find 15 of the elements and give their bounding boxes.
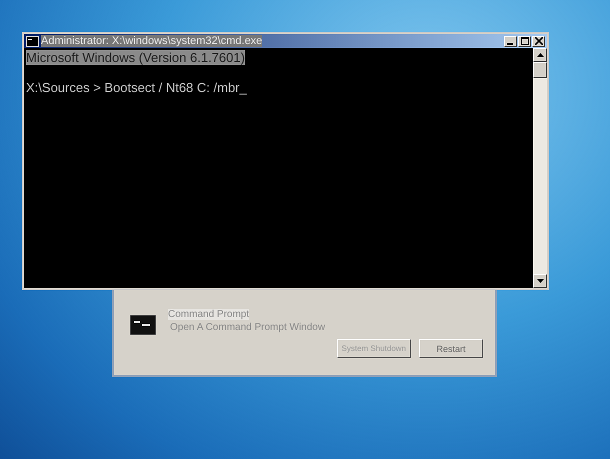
scroll-thumb[interactable] — [533, 62, 547, 78]
up-arrow-icon[interactable] — [536, 53, 544, 57]
maximize-button[interactable] — [518, 36, 531, 46]
console-line: X:\Sources > Bootsect / Nt68 C: /mbr_ — [26, 80, 247, 95]
close-button[interactable] — [532, 36, 545, 46]
window-title: Administrator: X:\windows\system32\cmd.exe — [41, 35, 262, 47]
down-arrow-icon[interactable] — [536, 279, 544, 283]
command-prompt-icon — [130, 315, 156, 335]
command-prompt-link[interactable]: Command Prompt — [168, 309, 250, 320]
minimize-button[interactable] — [504, 36, 517, 46]
close-icon — [534, 37, 542, 45]
scrollbar[interactable] — [533, 48, 547, 288]
dialog-button[interactable]: Restart — [419, 339, 483, 358]
maximize-icon — [520, 37, 528, 45]
option-description: Open A Command Prompt Window — [170, 322, 326, 333]
